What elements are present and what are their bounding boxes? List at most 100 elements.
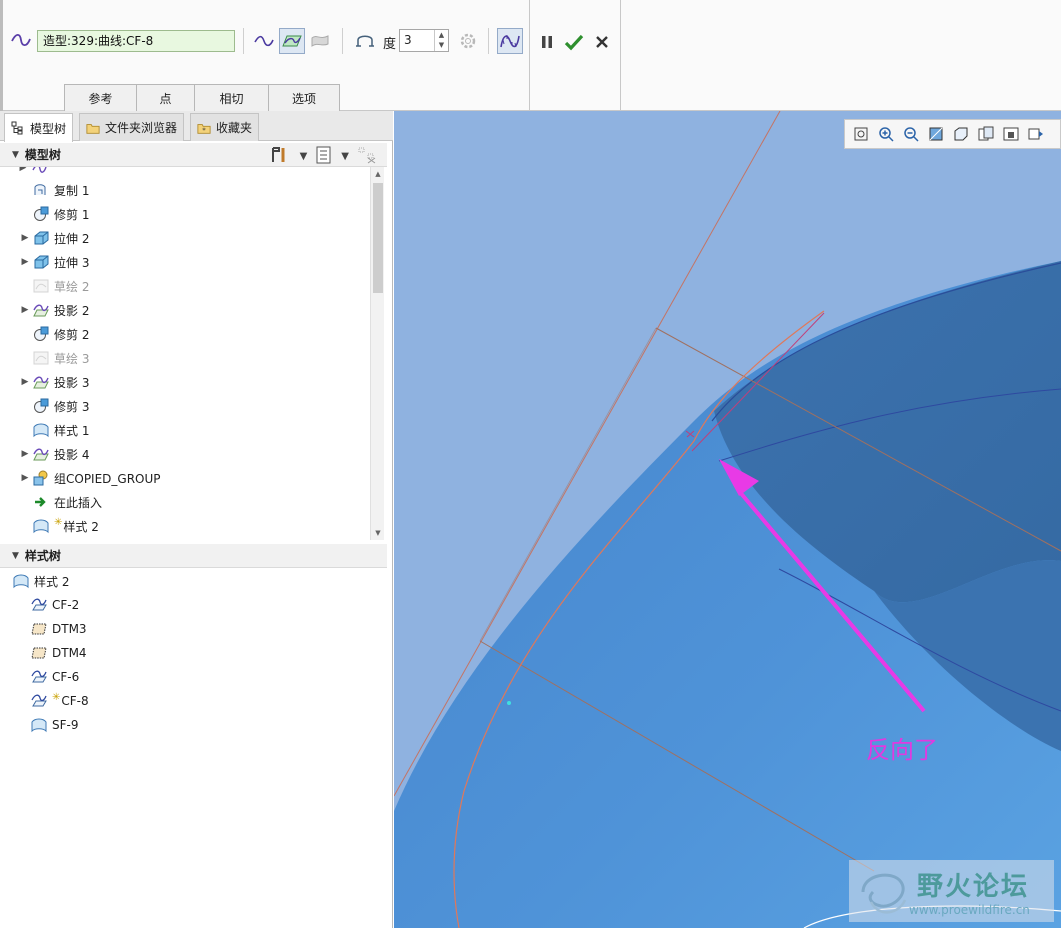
style-tree-item-label: DTM3 xyxy=(52,622,87,636)
view-manager-icon[interactable] xyxy=(1001,124,1021,144)
model-graphics xyxy=(394,111,1061,928)
style-tree-item[interactable]: CF-2 xyxy=(30,594,79,616)
expand-arrow-icon[interactable]: ▶ xyxy=(18,257,32,267)
expand-arrow-icon[interactable]: ▶ xyxy=(18,449,32,459)
collapse-triangle-icon[interactable]: ▼ xyxy=(12,150,19,160)
ok-button[interactable] xyxy=(563,30,585,54)
navigator-panel: 模型树 文件夹浏览器 * 收藏夹 ▼ 模型树 ▼ ▼ ▶ 复制 1 修剪 1 ▶… xyxy=(0,111,393,928)
cancel-button[interactable] xyxy=(591,30,613,54)
model-tree-item-label: 修剪 2 xyxy=(54,327,90,342)
style-tree-item[interactable]: ✳ CF-8 xyxy=(30,690,89,712)
model-tree-item[interactable]: ▶ 投影 3 xyxy=(18,371,90,393)
model-tree-item[interactable]: ▶ 投影 2 xyxy=(18,299,90,321)
tab-tangency[interactable]: 相切 xyxy=(194,84,269,111)
model-tree-tools: ▼ ▼ xyxy=(270,146,377,167)
x-icon xyxy=(596,36,608,48)
ribbon: 造型:329:曲线:CF-8 度 3 ▲ ▼ 参考 点 相切 选项 xyxy=(0,0,1061,111)
expand-arrow-icon[interactable]: ▶ xyxy=(16,167,30,173)
planar-curve-icon[interactable] xyxy=(279,28,305,54)
zoom-out-icon[interactable] xyxy=(901,124,921,144)
tab-references[interactable]: 参考 xyxy=(64,84,137,111)
insert-here-icon xyxy=(32,494,50,510)
scroll-thumb[interactable] xyxy=(373,183,383,293)
model-tree-item[interactable]: 复制 1 xyxy=(18,179,89,201)
style-tree-item[interactable]: DTM4 xyxy=(30,642,87,664)
expand-arrow-icon[interactable]: ▶ xyxy=(18,305,32,315)
style-tree-item[interactable]: DTM3 xyxy=(30,618,87,640)
free-curve-icon[interactable] xyxy=(251,28,277,54)
trim-icon xyxy=(32,206,50,222)
pause-button[interactable] xyxy=(536,30,558,54)
model-tree-header-label: 模型树 xyxy=(24,148,61,162)
model-tree-scrollbar[interactable]: ▲ ▼ xyxy=(370,167,384,540)
tree-item-partial[interactable]: ▶ xyxy=(16,167,52,179)
expand-arrow-icon[interactable]: ▶ xyxy=(18,377,32,387)
show-list-icon[interactable] xyxy=(315,146,333,167)
separator xyxy=(243,28,244,54)
style-tree-item-label: DTM4 xyxy=(52,646,87,660)
pause-icon xyxy=(542,36,552,48)
expand-arrow-icon[interactable]: ▶ xyxy=(18,473,32,483)
new-item-marker-icon: ✳ xyxy=(52,691,61,703)
curvature-analysis-icon[interactable] xyxy=(497,28,523,54)
style-tree-header[interactable]: ▼ 样式树 xyxy=(0,544,387,568)
repaint-icon[interactable] xyxy=(926,124,946,144)
ribbon-left-border xyxy=(0,0,3,111)
style-tree-root-label: 样式 2 xyxy=(34,574,70,589)
dropdown-arrow-icon[interactable]: ▼ xyxy=(341,151,349,162)
style-tree-item[interactable]: CF-6 xyxy=(30,666,79,688)
curvature-icon[interactable] xyxy=(352,28,378,54)
degree-value[interactable]: 3 xyxy=(404,33,412,47)
datum-plane-icon xyxy=(30,645,48,661)
style-tree-item-label: CF-2 xyxy=(52,598,80,612)
graphics-viewport[interactable]: 反向了 野火论坛 www.proewildfire.cn xyxy=(394,111,1061,928)
model-tree-item[interactable]: 样式 1 xyxy=(18,419,89,441)
model-tree-item[interactable]: 修剪 3 xyxy=(18,395,89,417)
model-tree-item[interactable]: ▶ 投影 4 xyxy=(18,443,90,465)
expand-arrow-icon[interactable]: ▶ xyxy=(18,233,32,243)
model-tree-item[interactable]: 草绘 3 xyxy=(18,347,89,369)
display-style-icon[interactable] xyxy=(976,124,996,144)
model-tree-item[interactable]: ▶ 拉伸 3 xyxy=(18,251,89,273)
feature-name-field[interactable]: 造型:329:曲线:CF-8 xyxy=(37,30,235,52)
refit-icon[interactable] xyxy=(851,124,871,144)
collapse-triangle-icon[interactable]: ▼ xyxy=(12,551,19,561)
scroll-down-arrow[interactable]: ▼ xyxy=(371,526,385,540)
degree-stepper[interactable]: 3 ▲ ▼ xyxy=(399,29,449,52)
model-tree-item-label: 样式 1 xyxy=(54,423,90,438)
model-tree-item[interactable]: 修剪 1 xyxy=(18,203,89,225)
model-tree-item-label: 修剪 1 xyxy=(54,207,90,222)
annotation-display-icon[interactable] xyxy=(1026,124,1046,144)
style-tree-item-label: CF-6 xyxy=(52,670,80,684)
cos-curve-icon[interactable] xyxy=(307,28,333,54)
navigator-tabs: 模型树 文件夹浏览器 * 收藏夹 xyxy=(0,111,393,142)
style-tree-item[interactable]: SF-9 xyxy=(30,714,78,736)
tab-favorites[interactable]: * 收藏夹 xyxy=(190,113,260,141)
model-tree-header[interactable]: ▼ 模型树 ▼ ▼ xyxy=(0,143,387,167)
scroll-up-arrow[interactable]: ▲ xyxy=(371,167,385,181)
saved-views-icon[interactable] xyxy=(951,124,971,144)
degree-stepper-arrows[interactable]: ▲ ▼ xyxy=(434,30,448,51)
filter-tree-icon[interactable] xyxy=(357,146,377,167)
dropdown-arrow-icon[interactable]: ▼ xyxy=(300,151,308,162)
separator xyxy=(488,28,489,54)
curve-icon xyxy=(30,597,48,613)
model-tree-item[interactable]: 在此插入 xyxy=(18,491,102,513)
style-tree-header-label: 样式树 xyxy=(24,549,61,563)
zoom-in-icon[interactable] xyxy=(876,124,896,144)
tab-model-tree[interactable]: 模型树 xyxy=(4,113,74,142)
projection-icon xyxy=(32,302,50,318)
model-tree-item[interactable]: 草绘 2 xyxy=(18,275,89,297)
curve-icon xyxy=(30,669,48,685)
gear-icon[interactable] xyxy=(455,28,481,54)
tab-points[interactable]: 点 xyxy=(136,84,195,111)
settings-tools-icon[interactable] xyxy=(270,146,292,167)
tab-options[interactable]: 选项 xyxy=(268,84,340,111)
model-tree-item[interactable]: ▶ 拉伸 2 xyxy=(18,227,89,249)
style-tree-root[interactable]: 样式 2 xyxy=(12,570,69,592)
tab-folder-browser[interactable]: 文件夹浏览器 xyxy=(79,113,185,141)
model-tree-item[interactable]: 修剪 2 xyxy=(18,323,89,345)
model-tree-item[interactable]: ✳ 样式 2 xyxy=(18,515,99,537)
model-tree-item[interactable]: ▶ 组COPIED_GROUP xyxy=(18,467,161,489)
model-tree-item-label: 组COPIED_GROUP xyxy=(54,471,161,486)
